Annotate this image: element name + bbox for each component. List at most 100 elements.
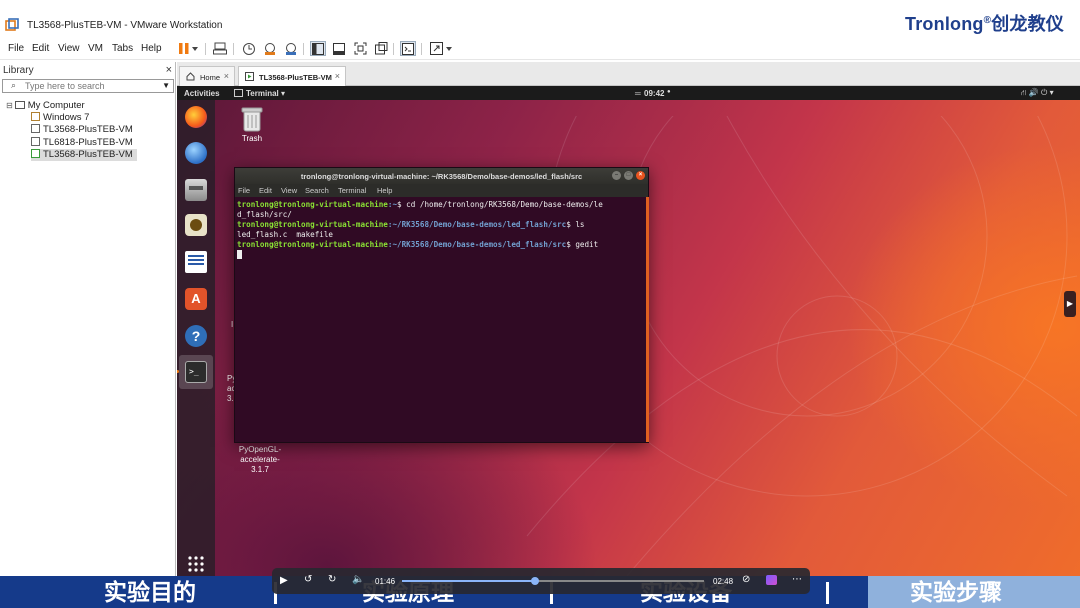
terminal-menu-edit[interactable]: Edit: [259, 186, 272, 195]
terminal-output[interactable]: tronlong@tronlong-virtual-machine:~$ cd …: [235, 197, 648, 442]
search-icon: ⌕: [11, 80, 17, 90]
terminal-line: tronlong@tronlong-virtual-machine:~/RK35…: [237, 220, 585, 229]
stretch-icon[interactable]: [428, 41, 444, 56]
thunderbird-icon[interactable]: [185, 142, 207, 164]
volume-icon[interactable]: 🔈: [352, 574, 364, 585]
app-menu-terminal[interactable]: Terminal ▾: [246, 89, 285, 98]
show-library-icon[interactable]: [310, 41, 326, 56]
terminal-line: d_flash/src/: [237, 210, 292, 219]
maximize-button[interactable]: □: [624, 171, 633, 180]
terminal-menu-file[interactable]: File: [238, 186, 250, 195]
total-time: 02:48: [713, 577, 734, 586]
play-icon[interactable]: ▶: [280, 575, 288, 586]
show-applications-icon[interactable]: [187, 555, 205, 573]
files-icon[interactable]: [185, 179, 207, 201]
clock-icon: ═: [635, 89, 641, 98]
app-logo-icon[interactable]: [766, 575, 777, 585]
tree-item-my-computer[interactable]: ⊟ My Computer: [6, 100, 85, 112]
rhythmbox-icon[interactable]: [185, 214, 207, 236]
bottom-nav-item[interactable]: 实验目的: [104, 576, 196, 608]
tab-home[interactable]: Home ×: [179, 66, 235, 86]
forward-30-icon[interactable]: ↻: [328, 574, 336, 585]
snapshot-icon[interactable]: [241, 41, 257, 56]
more-options-icon[interactable]: ⋯: [792, 574, 802, 585]
brand-name-cn: 创龙教仪: [991, 14, 1064, 34]
search-dropdown-icon[interactable]: ▼: [162, 81, 170, 90]
dropdown-icon[interactable]: [190, 41, 200, 56]
terminal-line: [237, 250, 648, 261]
tree-item-label: TL6818-PlusTEB-VM: [43, 137, 133, 148]
activities-button[interactable]: Activities: [184, 89, 220, 98]
window-title: TL3568-PlusTEB-VM - VMware Workstation: [27, 20, 223, 31]
thumbnail-icon[interactable]: [331, 41, 347, 56]
terminal-menu-help[interactable]: Help: [377, 186, 392, 195]
library-search-placeholder: Type here to search: [25, 81, 105, 91]
tab-label: TL3568-PlusTEB-VM: [259, 73, 332, 82]
fullscreen-icon[interactable]: [352, 41, 368, 56]
terminal-menu-view[interactable]: View: [281, 186, 297, 195]
tree-item-vm[interactable]: TL6818-PlusTEB-VM: [31, 137, 133, 149]
terminal-menu-terminal[interactable]: Terminal: [338, 186, 366, 195]
help-icon[interactable]: ?: [185, 325, 207, 347]
vm-icon: [31, 112, 40, 121]
system-status-icons[interactable]: ⛙ 🔊 ⏻ ▾: [1021, 88, 1054, 98]
bottom-nav-item-active[interactable]: 实验步骤: [910, 576, 1002, 608]
vm-icon: [31, 137, 40, 146]
snapshot-manager-icon[interactable]: [283, 41, 299, 56]
brand-name: Tronlong: [905, 14, 984, 34]
trash-icon: [241, 107, 263, 132]
terminal-titlebar[interactable]: tronlong@tronlong-virtual-machine: ~/RK3…: [235, 168, 648, 184]
trash-label: Trash: [241, 134, 263, 143]
revert-snapshot-icon[interactable]: [262, 41, 278, 56]
tab-vm[interactable]: TL3568-PlusTEB-VM ×: [238, 66, 346, 86]
tree-item-label: My Computer: [27, 100, 85, 111]
tab-close-button[interactable]: ×: [224, 71, 229, 81]
tree-item-vm-selected[interactable]: TL3568-PlusTEB-VM: [31, 149, 137, 161]
video-player-controls: ▶ ↺ ↻ 🔈 01:46 02:48 ⊘ ⋯: [272, 568, 810, 594]
library-header: Library ×: [0, 62, 176, 78]
terminal-menubar: File Edit View Search Terminal Help: [235, 184, 648, 197]
menu-edit[interactable]: Edit: [32, 43, 49, 54]
tab-close-button[interactable]: ×: [335, 71, 340, 81]
side-panel-handle[interactable]: ▶: [1064, 291, 1076, 317]
close-button[interactable]: ×: [636, 171, 645, 180]
menu-vm[interactable]: VM: [88, 43, 103, 54]
terminal-window[interactable]: tronlong@tronlong-virtual-machine: ~/RK3…: [234, 167, 649, 443]
tree-item-vm[interactable]: Windows 7: [31, 112, 89, 124]
menu-view[interactable]: View: [58, 43, 80, 54]
text-cursor: [237, 250, 242, 259]
unity-icon[interactable]: [373, 41, 389, 56]
bottom-nav-divider: [826, 582, 829, 604]
guest-desktop[interactable]: Activities Terminal ▾ ═ 09:42 ● ⛙ 🔊 ⏻ ▾ …: [177, 86, 1080, 576]
tree-item-vm[interactable]: TL3568-PlusTEB-VM: [31, 124, 133, 136]
menu-tabs[interactable]: Tabs: [112, 43, 133, 54]
window-titlebar: TL3568-PlusTEB-VM - VMware Workstation T…: [0, 0, 1080, 36]
tree-item-label: TL3568-PlusTEB-VM: [43, 124, 133, 135]
collapse-icon[interactable]: ⊟: [6, 101, 13, 110]
menu-help[interactable]: Help: [141, 43, 162, 54]
stretch-dropdown-icon[interactable]: [444, 41, 454, 56]
libreoffice-writer-icon[interactable]: [185, 251, 207, 273]
terminal-icon[interactable]: >_: [185, 361, 207, 383]
firefox-icon[interactable]: [185, 106, 207, 128]
seek-bar[interactable]: [402, 577, 704, 585]
pyopengl-desktop-item[interactable]: PyOpenGL- accelerate- 3.1.7: [232, 445, 288, 475]
terminal-scrollbar[interactable]: [646, 197, 649, 442]
captions-off-icon[interactable]: ⊘: [742, 574, 750, 585]
terminal-line: tronlong@tronlong-virtual-machine:~/RK35…: [237, 240, 599, 249]
clock[interactable]: 09:42: [644, 89, 664, 98]
library-search-input[interactable]: ⌕ Type here to search ▼: [2, 79, 174, 93]
seek-handle[interactable]: [530, 577, 539, 585]
stray-desktop-text: I: [231, 320, 234, 329]
library-close-button[interactable]: ×: [166, 64, 172, 76]
minimize-button[interactable]: –: [612, 171, 621, 180]
terminal-menu-search[interactable]: Search: [305, 186, 329, 195]
software-center-icon[interactable]: A: [185, 288, 207, 310]
rewind-10-icon[interactable]: ↺: [304, 574, 312, 585]
notification-dot-icon: ●: [667, 89, 671, 95]
menu-file[interactable]: File: [8, 43, 24, 54]
console-view-icon[interactable]: [400, 41, 416, 56]
send-ctrl-alt-del-icon[interactable]: [212, 41, 228, 56]
terminal-line: led_flash.c makefile: [237, 230, 334, 239]
trash-desktop-icon[interactable]: Trash: [237, 106, 267, 146]
